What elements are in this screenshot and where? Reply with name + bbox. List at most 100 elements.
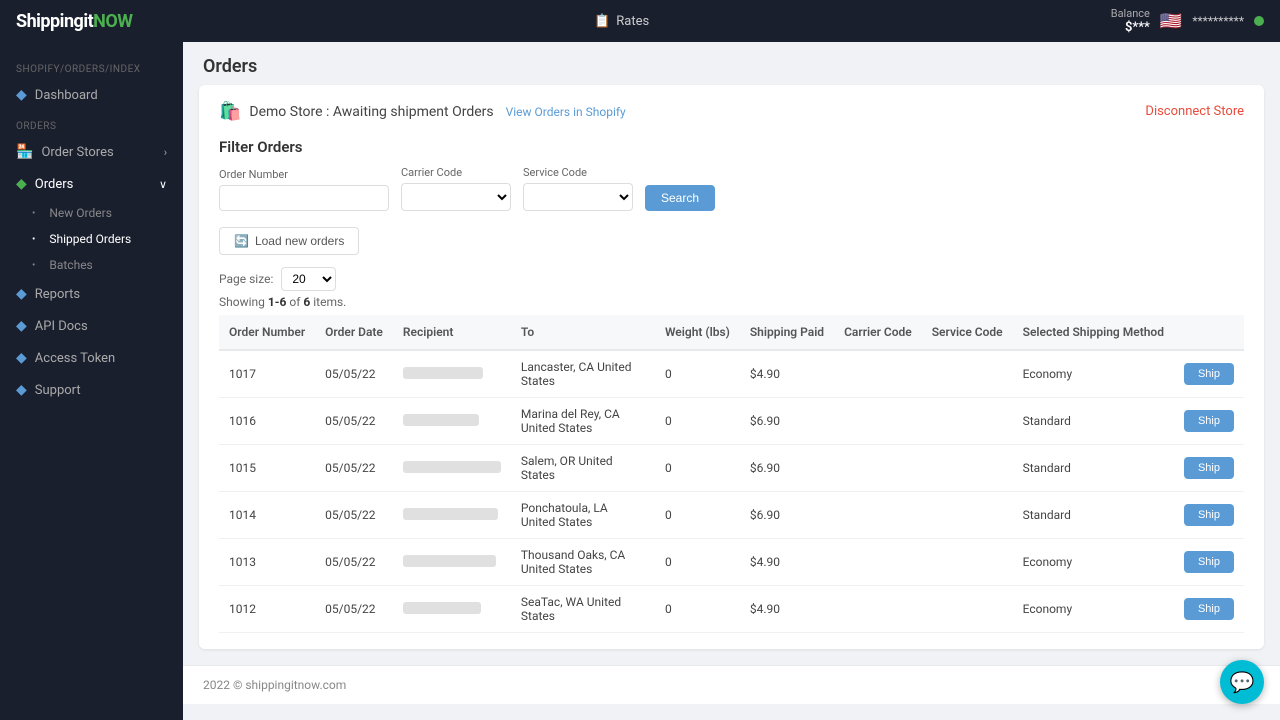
sidebar-item-shipped-orders[interactable]: Shipped Orders — [32, 226, 183, 252]
cell-action[interactable]: Ship — [1174, 492, 1244, 539]
cell-service-code — [922, 586, 1013, 633]
sidebar-item-dashboard[interactable]: ◆ Dashboard — [0, 79, 183, 111]
filter-title: Filter Orders — [219, 138, 1244, 156]
order-number-label: Order Number — [219, 168, 389, 181]
nav-rates[interactable]: 📋 Rates — [594, 14, 649, 29]
dashboard-label: Dashboard — [35, 88, 98, 103]
store-title: 🛍️ Demo Store : Awaiting shipment Orders… — [219, 101, 626, 122]
sidebar-item-orders[interactable]: ◆ Orders ∨ — [0, 168, 183, 200]
cell-action[interactable]: Ship — [1174, 586, 1244, 633]
cell-service-code — [922, 350, 1013, 398]
cell-order-number: 1015 — [219, 445, 315, 492]
cell-weight: 0 — [655, 586, 740, 633]
cell-order-date: 05/05/22 — [315, 586, 393, 633]
cell-shipping-paid: $6.90 — [740, 398, 834, 445]
sidebar-item-api-docs[interactable]: ◆ API Docs — [0, 310, 183, 342]
cell-recipient: ████████████ — [393, 445, 511, 492]
sidebar-item-support[interactable]: ◆ Support — [0, 374, 183, 406]
order-stores-icon: 🏪 — [16, 144, 33, 160]
top-navigation: ShippingitNOW 📋 Rates Balance $*** 🇺🇸 **… — [0, 0, 1280, 42]
carrier-code-label: Carrier Code — [401, 166, 511, 179]
page-size-row: Page size: 20 50 100 — [219, 267, 1244, 291]
table-row: 1017 05/05/22 ████████████ Lancaster, CA… — [219, 350, 1244, 398]
cell-action[interactable]: Ship — [1174, 539, 1244, 586]
col-order-date: Order Date — [315, 315, 393, 350]
sidebar-item-order-stores[interactable]: 🏪 Order Stores › — [0, 136, 183, 168]
orders-icon: ◆ — [16, 176, 27, 192]
chat-button[interactable]: 💬 — [1220, 660, 1264, 704]
cell-carrier-code — [834, 539, 922, 586]
cell-action[interactable]: Ship — [1174, 445, 1244, 492]
reports-label: Reports — [35, 287, 80, 302]
ship-button[interactable]: Ship — [1184, 363, 1234, 385]
table-row: 1012 05/05/22 ████████████ SeaTac, WA Un… — [219, 586, 1244, 633]
cell-weight: 0 — [655, 539, 740, 586]
cell-recipient: ████████████ — [393, 350, 511, 398]
api-docs-label: API Docs — [35, 319, 88, 334]
sidebar-item-batches[interactable]: Batches — [32, 252, 183, 278]
page-range: 1-6 — [268, 295, 287, 309]
batches-label: Batches — [49, 258, 92, 272]
sidebar-item-access-token[interactable]: ◆ Access Token — [0, 342, 183, 374]
ship-button[interactable]: Ship — [1184, 598, 1234, 620]
cell-service-code — [922, 445, 1013, 492]
topnav-right: Balance $*** 🇺🇸 ********** — [1111, 7, 1264, 35]
service-code-select[interactable]: GROUND EXPRESS PRIORITY — [523, 183, 633, 211]
cell-to: Lancaster, CA United States — [511, 350, 655, 398]
cell-weight: 0 — [655, 492, 740, 539]
cell-shipping-paid: $4.90 — [740, 350, 834, 398]
table-row: 1013 05/05/22 ████████████ Thousand Oaks… — [219, 539, 1244, 586]
ship-button[interactable]: Ship — [1184, 504, 1234, 526]
page-size-select[interactable]: 20 50 100 — [281, 267, 336, 291]
cell-weight: 0 — [655, 445, 740, 492]
service-code-label: Service Code — [523, 166, 633, 179]
cell-shipping-paid: $4.90 — [740, 586, 834, 633]
cell-service-code — [922, 539, 1013, 586]
order-stores-label: Order Stores — [41, 145, 113, 160]
store-banner-text: Demo Store : Awaiting shipment Orders — [249, 104, 493, 120]
col-recipient: Recipient — [393, 315, 511, 350]
cell-recipient: ████████████ — [393, 539, 511, 586]
ship-button[interactable]: Ship — [1184, 551, 1234, 573]
cell-recipient: ████████████ — [393, 586, 511, 633]
order-number-input[interactable] — [219, 185, 389, 211]
cell-shipping-method: Standard — [1013, 398, 1174, 445]
cell-order-date: 05/05/22 — [315, 445, 393, 492]
cell-action[interactable]: Ship — [1174, 398, 1244, 445]
cell-to: Salem, OR United States — [511, 445, 655, 492]
page-footer: 2022 © shippingitnow.com About — [183, 665, 1280, 704]
cell-carrier-code — [834, 586, 922, 633]
carrier-code-select[interactable]: UPS USPS FedEx — [401, 183, 511, 211]
dashboard-icon: ◆ — [16, 87, 27, 103]
cell-service-code — [922, 398, 1013, 445]
page-title: Orders — [203, 56, 1260, 77]
table-body: 1017 05/05/22 ████████████ Lancaster, CA… — [219, 350, 1244, 633]
cell-order-date: 05/05/22 — [315, 539, 393, 586]
cell-shipping-paid: $6.90 — [740, 445, 834, 492]
orders-label: Orders — [35, 177, 74, 192]
cell-carrier-code — [834, 492, 922, 539]
user-display: ********** — [1192, 14, 1244, 28]
items-text: items. — [313, 295, 346, 309]
sidebar-item-new-orders[interactable]: New Orders — [32, 200, 183, 226]
ship-button[interactable]: Ship — [1184, 410, 1234, 432]
total-items: 6 — [303, 295, 310, 309]
load-new-orders-button[interactable]: 🔄 Load new orders — [219, 227, 359, 255]
flag-icon: 🇺🇸 — [1160, 11, 1182, 32]
search-button[interactable]: Search — [645, 185, 715, 211]
view-in-shopify-link[interactable]: View Orders in Shopify — [506, 105, 626, 119]
cell-to: Ponchatoula, LA United States — [511, 492, 655, 539]
orders-table: Order Number Order Date Recipient To Wei… — [219, 315, 1244, 633]
disconnect-store-link[interactable]: Disconnect Store — [1145, 104, 1244, 119]
cell-shipping-method: Economy — [1013, 350, 1174, 398]
cell-action[interactable]: Ship — [1174, 350, 1244, 398]
cell-to: SeaTac, WA United States — [511, 586, 655, 633]
filter-section: Filter Orders Order Number Carrier Code … — [219, 138, 1244, 211]
support-label: Support — [35, 383, 81, 398]
ship-button[interactable]: Ship — [1184, 457, 1234, 479]
cell-service-code — [922, 492, 1013, 539]
access-token-icon: ◆ — [16, 350, 27, 366]
cell-order-date: 05/05/22 — [315, 398, 393, 445]
sidebar-item-reports[interactable]: ◆ Reports — [0, 278, 183, 310]
col-weight: Weight (lbs) — [655, 315, 740, 350]
